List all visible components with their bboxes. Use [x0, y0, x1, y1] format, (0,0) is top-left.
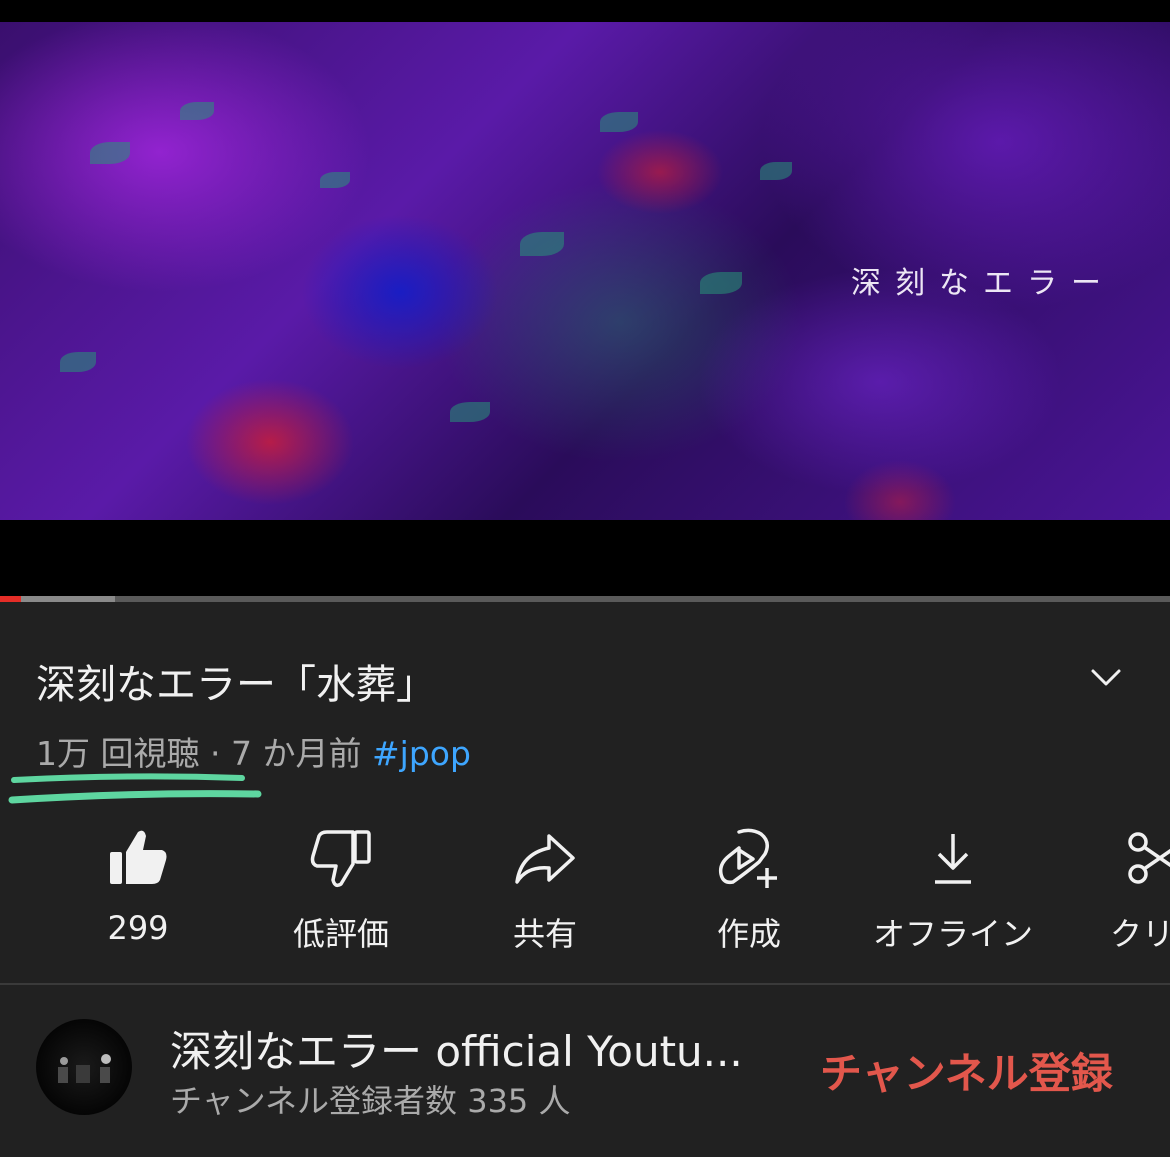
chevron-down-icon[interactable]	[1086, 660, 1126, 696]
progress-bar[interactable]	[0, 596, 1170, 602]
share-button[interactable]: 共有	[445, 815, 645, 955]
clip-button[interactable]: クリッ	[1058, 815, 1170, 955]
share-icon	[510, 823, 580, 893]
create-icon	[714, 823, 784, 893]
video-frame[interactable]: 深刻なエラー	[0, 22, 1170, 520]
create-label: 作成	[716, 915, 781, 953]
clip-label: クリッ	[1109, 915, 1170, 953]
clip-icon	[1123, 823, 1170, 893]
video-title[interactable]: 深刻なエラー「水葬」	[36, 652, 436, 710]
dislike-button[interactable]: 低評価	[241, 815, 441, 955]
dislike-label: 低評価	[292, 915, 389, 953]
video-meta[interactable]: 1万 回視聴 · 7 か月前 #jpop	[36, 727, 471, 775]
thumbs-down-icon	[306, 823, 376, 893]
action-bar: 299 低評価 共有 作成 オフライン クリ	[0, 815, 1170, 955]
create-button[interactable]: 作成	[649, 815, 849, 955]
video-overlay-title: 深刻なエラー	[851, 266, 1115, 301]
divider	[0, 983, 1170, 985]
hashtag-link[interactable]: #jpop	[372, 734, 471, 773]
like-count: 299	[107, 909, 169, 947]
channel-name[interactable]: 深刻なエラー official Youtu...	[170, 1018, 743, 1079]
upload-age: 7 か月前	[231, 734, 362, 773]
progress-played	[0, 596, 22, 602]
subscribe-button[interactable]: チャンネル登録	[820, 1040, 1113, 1101]
video-player[interactable]: 深刻なエラー	[0, 0, 1170, 602]
download-icon	[918, 823, 988, 893]
meta-separator: ·	[210, 734, 221, 773]
highlight-annotation	[8, 773, 262, 804]
thumbs-up-icon	[103, 823, 173, 893]
download-button[interactable]: オフライン	[853, 815, 1053, 955]
like-button[interactable]: 299	[38, 815, 238, 955]
subscriber-count: チャンネル登録者数 335 人	[170, 1082, 571, 1120]
download-label: オフライン	[872, 915, 1033, 953]
channel-avatar[interactable]	[36, 1019, 132, 1115]
view-count: 1万 回視聴	[36, 734, 200, 773]
share-label: 共有	[512, 915, 577, 953]
